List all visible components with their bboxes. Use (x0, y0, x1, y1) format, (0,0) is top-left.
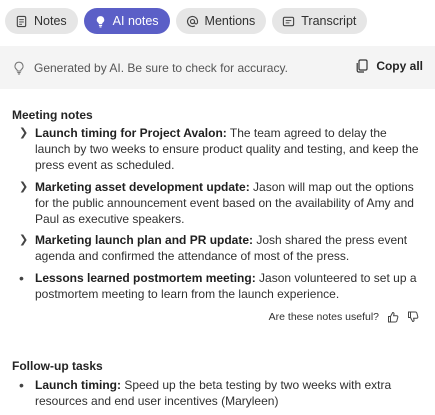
thumbs-down-icon[interactable] (407, 311, 419, 323)
note-heading: Marketing asset development update: (35, 180, 250, 194)
note-heading: Launch timing for Project Avalon: (35, 126, 227, 140)
thumbs-up-icon[interactable] (387, 311, 399, 323)
tab-ai-notes[interactable]: AI notes (83, 8, 170, 34)
note-heading: Lessons learned postmortem meeting: (35, 271, 256, 285)
bullet: • (19, 377, 24, 393)
meeting-note-item: • Lessons learned postmortem meeting: Ja… (12, 270, 422, 302)
feedback-question: Are these notes useful? (268, 311, 379, 323)
copy-all-label: Copy all (376, 59, 423, 73)
note-heading: Marketing launch plan and PR update: (35, 233, 254, 247)
task-heading: Launch timing: (35, 378, 121, 392)
tab-ai-notes-label: AI notes (112, 14, 159, 28)
meeting-note-item[interactable]: ❯ Marketing launch plan and PR update: J… (12, 232, 422, 264)
notes-tab-bar: Notes AI notes Mentions Transcript (0, 0, 435, 46)
meeting-note-item[interactable]: ❯ Launch timing for Project Avalon: The … (12, 125, 422, 173)
notes-feedback: Are these notes useful? (269, 311, 419, 323)
follow-up-task-item: • Launch timing: Speed up the beta testi… (12, 377, 422, 409)
tab-notes-label: Notes (34, 14, 67, 28)
chevron-right-icon[interactable]: ❯ (12, 232, 35, 264)
tab-notes[interactable]: Notes (5, 8, 78, 34)
lightbulb-icon (94, 15, 107, 28)
ai-disclaimer-text: Generated by AI. Be sure to check for ac… (34, 60, 288, 75)
tab-mentions-label: Mentions (204, 14, 256, 28)
ai-disclaimer-banner: Generated by AI. Be sure to check for ac… (0, 46, 435, 89)
notes-icon (15, 15, 28, 28)
copy-icon (356, 59, 368, 73)
follow-up-tasks-heading: Follow-up tasks (12, 359, 103, 373)
at-icon (186, 15, 199, 28)
tab-transcript-label: Transcript (301, 14, 357, 28)
bullet: • (19, 270, 24, 286)
tab-transcript[interactable]: Transcript (272, 8, 368, 34)
meeting-note-item[interactable]: ❯ Marketing asset development update: Ja… (12, 179, 422, 227)
chevron-right-icon[interactable]: ❯ (12, 179, 35, 227)
meeting-notes-heading: Meeting notes (12, 108, 93, 122)
transcript-icon (282, 15, 295, 28)
tab-mentions[interactable]: Mentions (175, 8, 267, 34)
chevron-right-icon[interactable]: ❯ (12, 125, 35, 173)
copy-all-button[interactable]: Copy all (356, 59, 423, 73)
lightbulb-icon (14, 61, 24, 75)
